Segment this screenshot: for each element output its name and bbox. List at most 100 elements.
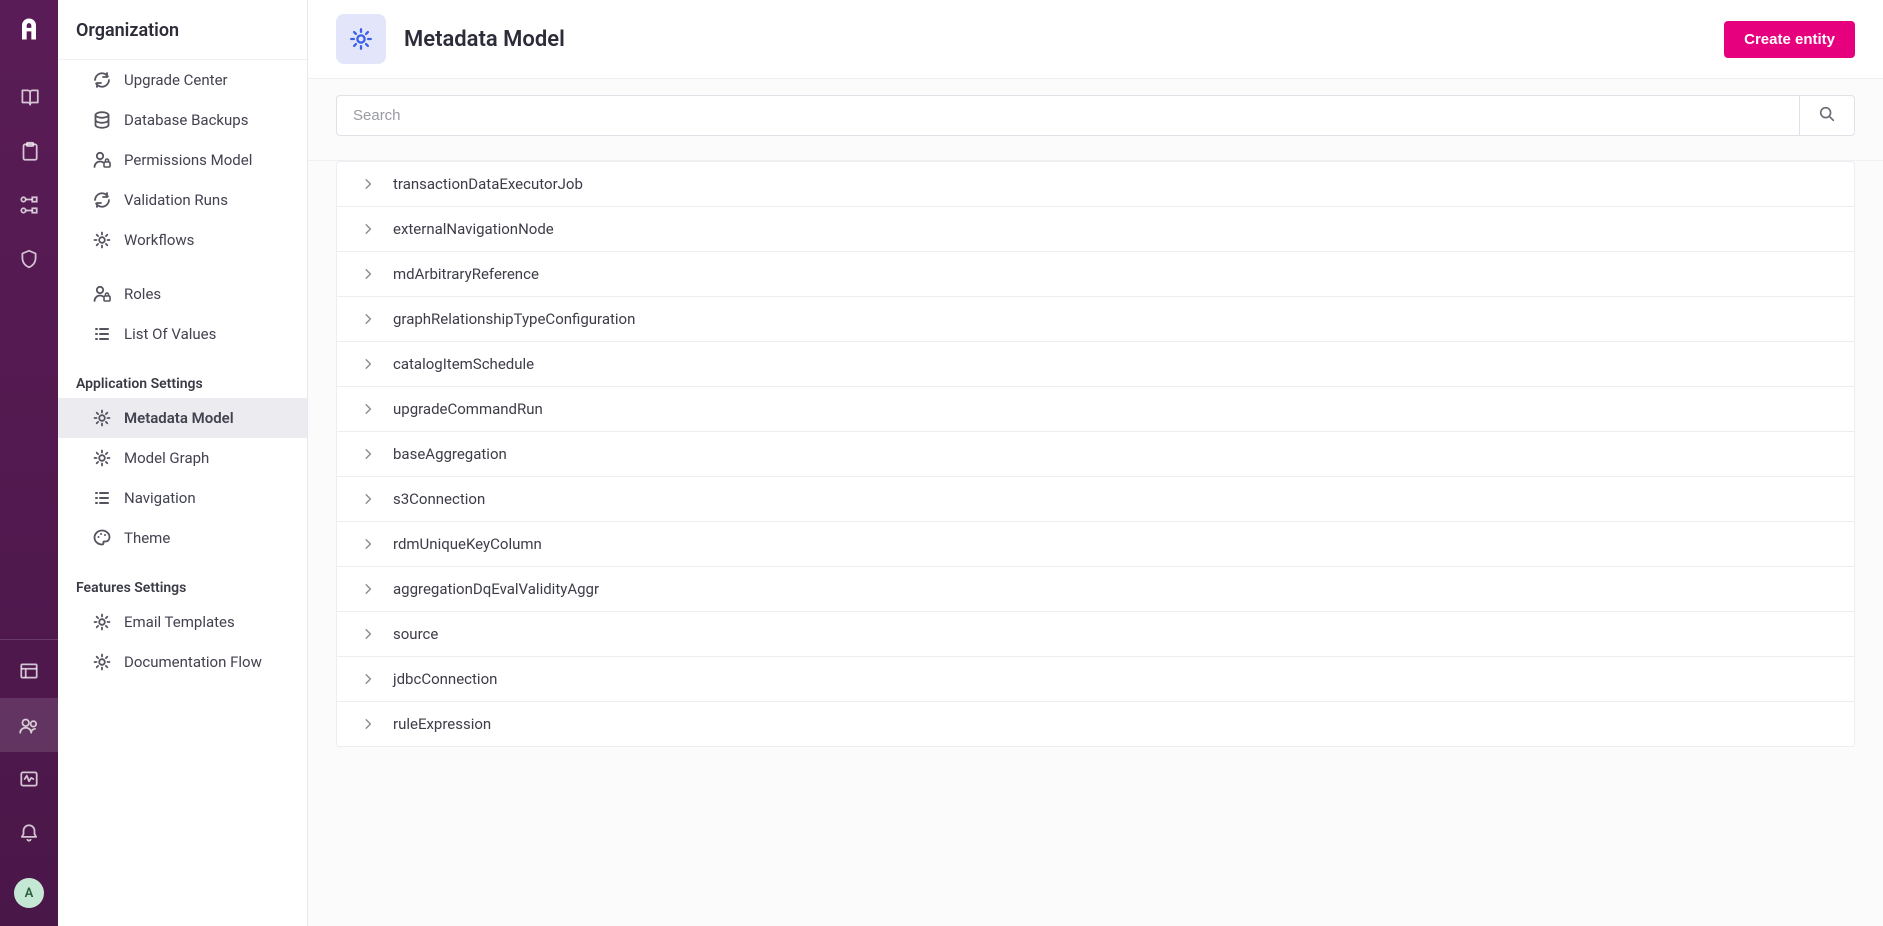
chevron-right-icon [361, 266, 377, 282]
sidebar-item-label: Navigation [124, 489, 289, 507]
entity-row[interactable]: upgradeCommandRun [337, 387, 1854, 432]
list-icon [92, 324, 112, 344]
entity-name: graphRelationshipTypeConfiguration [393, 310, 635, 328]
chevron-right-icon [361, 536, 377, 552]
entity-row[interactable]: source [337, 612, 1854, 657]
rail-item-notifications[interactable] [0, 806, 58, 860]
main: Metadata Model Create entity transaction… [308, 0, 1883, 926]
user-lock-icon [92, 284, 112, 304]
entity-name: externalNavigationNode [393, 220, 554, 238]
avatar[interactable]: A [14, 878, 44, 908]
gear-icon [92, 448, 112, 468]
sidebar-item-metadata-model[interactable]: Metadata Model [58, 398, 307, 438]
search-icon [1818, 105, 1836, 126]
chevron-right-icon [361, 176, 377, 192]
rail-item-clipboard[interactable] [0, 124, 58, 178]
entity-row[interactable]: externalNavigationNode [337, 207, 1854, 252]
palette-icon [92, 528, 112, 548]
entity-name: catalogItemSchedule [393, 355, 534, 373]
entity-row[interactable]: transactionDataExecutorJob [337, 162, 1854, 207]
rail-item-organization[interactable] [0, 698, 58, 752]
section-application-settings: Application Settings [58, 354, 307, 398]
section-features-settings: Features Settings [58, 558, 307, 602]
rail-item-monitoring[interactable] [0, 752, 58, 806]
entity-row[interactable]: rdmUniqueKeyColumn [337, 522, 1854, 567]
gear-icon [92, 652, 112, 672]
app-logo[interactable] [12, 12, 46, 46]
search-input[interactable] [336, 95, 1799, 136]
entity-row[interactable]: s3Connection [337, 477, 1854, 522]
sidebar-item-label: Database Backups [124, 111, 289, 129]
sidebar-item-label: Roles [124, 285, 289, 303]
gear-icon [92, 230, 112, 250]
chevron-right-icon [361, 716, 377, 732]
sidebar-title: Organization [58, 0, 307, 60]
chevron-right-icon [361, 581, 377, 597]
entity-name: ruleExpression [393, 715, 491, 733]
page-title: Metadata Model [404, 27, 565, 52]
rail-item-catalog[interactable] [0, 70, 58, 124]
database-icon [92, 110, 112, 130]
sidebar: Organization Upgrade Center Database Back… [58, 0, 308, 926]
entity-name: transactionDataExecutorJob [393, 175, 583, 193]
gear-icon [92, 612, 112, 632]
sidebar-item-validation-runs[interactable]: Validation Runs [58, 180, 307, 220]
gear-icon [336, 14, 386, 64]
chevron-right-icon [361, 311, 377, 327]
user-lock-icon [92, 150, 112, 170]
sidebar-item-label: Documentation Flow [124, 653, 289, 671]
chevron-right-icon [361, 491, 377, 507]
chevron-right-icon [361, 401, 377, 417]
sidebar-item-label: List Of Values [124, 325, 289, 343]
sidebar-item-navigation[interactable]: Navigation [58, 478, 307, 518]
main-header: Metadata Model Create entity [308, 0, 1883, 79]
sidebar-item-model-graph[interactable]: Model Graph [58, 438, 307, 478]
chevron-right-icon [361, 671, 377, 687]
sidebar-item-label: Validation Runs [124, 191, 289, 209]
entity-name: source [393, 625, 438, 643]
rail-item-data[interactable] [0, 644, 58, 698]
entity-list[interactable]: transactionDataExecutorJob externalNaviga… [308, 161, 1883, 926]
entity-name: baseAggregation [393, 445, 507, 463]
entity-row[interactable]: ruleExpression [337, 702, 1854, 747]
entity-name: upgradeCommandRun [393, 400, 543, 418]
sidebar-item-list-of-values[interactable]: List Of Values [58, 314, 307, 354]
entity-name: jdbcConnection [393, 670, 497, 688]
sidebar-item-theme[interactable]: Theme [58, 518, 307, 558]
entity-row[interactable]: baseAggregation [337, 432, 1854, 477]
entity-row[interactable]: mdArbitraryReference [337, 252, 1854, 297]
refresh-icon [92, 190, 112, 210]
sidebar-item-label: Model Graph [124, 449, 289, 467]
search-bar [308, 79, 1883, 161]
entity-row[interactable]: graphRelationshipTypeConfiguration [337, 297, 1854, 342]
entity-name: mdArbitraryReference [393, 265, 539, 283]
sidebar-item-label: Upgrade Center [124, 71, 289, 89]
sidebar-scroll[interactable]: Upgrade Center Database Backups Permission… [58, 60, 307, 926]
rail-item-security[interactable] [0, 232, 58, 286]
sidebar-item-label: Workflows [124, 231, 289, 249]
sidebar-item-label: Metadata Model [124, 409, 289, 427]
rail-item-model[interactable] [0, 178, 58, 232]
sidebar-item-label: Permissions Model [124, 151, 289, 169]
sidebar-item-documentation-flow[interactable]: Documentation Flow [58, 642, 307, 682]
chevron-right-icon [361, 626, 377, 642]
sidebar-item-upgrade-center[interactable]: Upgrade Center [58, 60, 307, 100]
sidebar-item-roles[interactable]: Roles [58, 274, 307, 314]
left-rail: A [0, 0, 58, 926]
search-button[interactable] [1799, 95, 1855, 136]
create-entity-button[interactable]: Create entity [1724, 21, 1855, 58]
chevron-right-icon [361, 221, 377, 237]
entity-row[interactable]: aggregationDqEvalValidityAggr [337, 567, 1854, 612]
chevron-right-icon [361, 446, 377, 462]
sidebar-item-workflows[interactable]: Workflows [58, 220, 307, 260]
chevron-right-icon [361, 356, 377, 372]
entity-name: aggregationDqEvalValidityAggr [393, 580, 599, 598]
entity-row[interactable]: catalogItemSchedule [337, 342, 1854, 387]
entity-row[interactable]: jdbcConnection [337, 657, 1854, 702]
sidebar-item-database-backups[interactable]: Database Backups [58, 100, 307, 140]
entity-name: rdmUniqueKeyColumn [393, 535, 542, 553]
sidebar-item-label: Theme [124, 529, 289, 547]
sidebar-item-permissions-model[interactable]: Permissions Model [58, 140, 307, 180]
sidebar-item-label: Email Templates [124, 613, 289, 631]
sidebar-item-email-templates[interactable]: Email Templates [58, 602, 307, 642]
